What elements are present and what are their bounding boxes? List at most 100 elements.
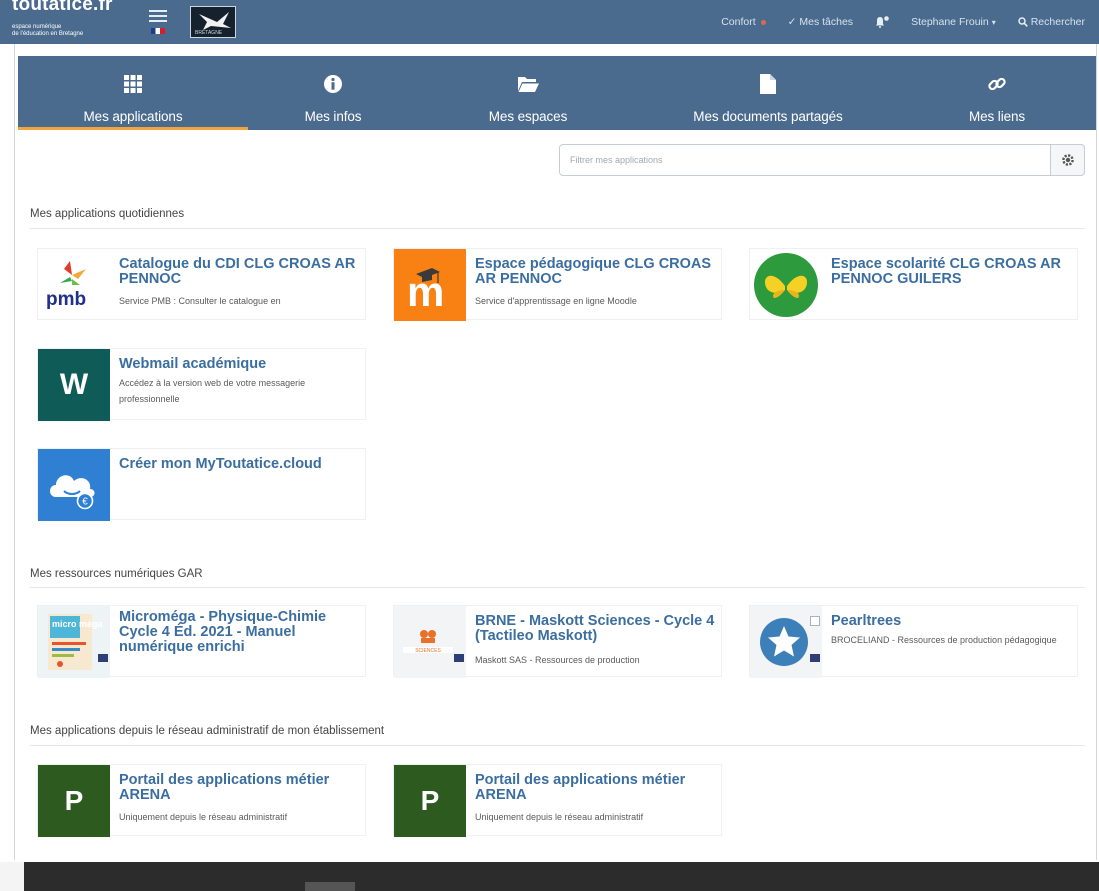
user-menu[interactable]: Stephane Frouin ▾ (911, 16, 996, 28)
card-description: Uniquement depuis le réseau administrati… (119, 812, 288, 822)
tab-mes-espaces[interactable]: Mes espaces (418, 56, 638, 130)
maskott-logo: SCIENCES (394, 606, 466, 678)
card-description: Maskott SAS - Ressources de production (475, 655, 640, 665)
bretagne-logo: BRETAGNE (190, 6, 236, 38)
panel-border-right (1096, 44, 1097, 860)
main-tabs: Mes applications Mes infos Mes espaces M… (18, 56, 1096, 130)
maskott-text: SCIENCES (415, 648, 441, 654)
app-card-micromega[interactable]: micro méga Microméga - Physique-Chimie C… (37, 605, 366, 678)
tab-label: Mes espaces (488, 109, 568, 124)
tab-mes-documents-partages[interactable]: Mes documents partagés (638, 56, 898, 130)
arena-letter: P (64, 785, 84, 816)
user-name: Stephane Frouin (911, 16, 989, 28)
gar-badge-icon (454, 654, 464, 662)
micromega-cover: micro méga (38, 606, 110, 678)
tab-mes-liens[interactable]: Mes liens (898, 56, 1096, 130)
card-title: Microméga - Physique-Chimie Cycle 4 Éd. … (119, 609, 327, 655)
flag-icon (151, 28, 165, 34)
logo-title: toutatice.fr (12, 0, 113, 15)
card-description: Service PMB : Consulter le catalogue en (119, 296, 281, 306)
filter-bar (559, 144, 1085, 176)
file-icon (760, 73, 776, 95)
tab-label: Mes infos (304, 109, 362, 124)
gar-badge-icon (810, 654, 820, 662)
info-icon (323, 73, 343, 95)
section-title-admin: Mes applications depuis le réseau admini… (30, 725, 385, 737)
toutatice-logo[interactable]: toutatice.fr espace numérique de l'éduca… (12, 0, 132, 44)
link-icon (987, 73, 1007, 95)
bird-icon (199, 12, 231, 30)
tab-mes-applications[interactable]: Mes applications (18, 56, 248, 130)
section-divider (30, 587, 1085, 588)
app-card-arena[interactable]: P Portail des applications métier ARENA … (37, 764, 366, 837)
gar-badge-icon (98, 654, 108, 662)
butterfly-logo (750, 249, 822, 321)
euro-symbol: € (82, 497, 88, 508)
webmail-logo: W (38, 349, 110, 421)
chevron-down-icon: ▾ (991, 17, 996, 27)
search-icon (1017, 17, 1028, 27)
comfort-dot-icon (760, 19, 766, 25)
webmail-letter: W (59, 368, 89, 401)
cloud-logo: € (38, 449, 110, 521)
taskbar-strip (0, 862, 1099, 891)
tab-label: Mes documents partagés (693, 109, 843, 124)
tab-label: Mes liens (968, 109, 1026, 124)
moodle-logo: m (394, 249, 466, 321)
logo-subtitle-2: de l'éducation en Bretagne (12, 31, 84, 37)
card-title: Portail des applications métier ARENA (475, 772, 686, 803)
app-card-espace-pedagogique[interactable]: m Espace pédagogique CLG CROAS AR PENNOC… (393, 248, 722, 321)
card-title: Catalogue du CDI CLG CROAS AR PENNOC (119, 256, 356, 287)
top-bar: toutatice.fr espace numérique de l'éduca… (0, 0, 1099, 44)
app-card-espace-scolarite[interactable]: Espace scolarité CLG CROAS AR PENNOC GUI… (749, 248, 1078, 320)
tab-label: Mes applications (83, 109, 183, 124)
card-description: Accédez à la version web de votre messag… (119, 378, 306, 404)
pmb-text: pmb (46, 289, 86, 310)
panel-border-left (14, 44, 15, 860)
card-title: Webmail académique (119, 356, 267, 372)
card-title: Pearltrees (831, 613, 902, 629)
card-title: Portail des applications métier ARENA (119, 772, 330, 803)
search-label: Rechercher (1030, 16, 1085, 28)
app-card-arena-2[interactable]: P Portail des applications métier ARENA … (393, 764, 722, 837)
grid-icon (124, 73, 142, 95)
arena-logo: P (394, 765, 466, 837)
logo-subtitle: espace numérique (12, 24, 62, 30)
card-title: Créer mon MyToutatice.cloud (119, 456, 322, 472)
pmb-logo: pmb (38, 249, 110, 321)
tasks-link[interactable]: ✓ Mes tâches (788, 16, 853, 28)
bell-icon (876, 16, 889, 28)
section-divider (30, 745, 1085, 746)
micromega-text: micro méga (52, 619, 104, 629)
bookmark-icon (810, 616, 820, 626)
notifications-button[interactable] (875, 16, 889, 28)
tasks-label: ✓ Mes tâches (787, 16, 854, 28)
section-title-gar: Mes ressources numériques GAR (30, 568, 203, 580)
arena-letter: P (420, 785, 440, 816)
academy-lines-icon (149, 10, 167, 24)
section-title-daily: Mes applications quotidiennes (30, 208, 185, 220)
academy-logo (146, 8, 172, 38)
filter-settings-button[interactable] (1050, 144, 1085, 176)
bretagne-label: BRETAGNE (195, 30, 223, 36)
comfort-label: Confort (721, 16, 756, 28)
tab-mes-infos[interactable]: Mes infos (248, 56, 418, 130)
folder-open-icon (517, 73, 539, 95)
arena-logo: P (38, 765, 110, 837)
section-divider (30, 228, 1085, 229)
top-right-menu: Confort ✓ Mes tâches Stephane Frouin ▾ R… (721, 0, 1085, 44)
gear-icon (1061, 154, 1074, 166)
app-card-brne-maskott[interactable]: SCIENCES BRNE - Maskott Sciences - Cycle… (393, 605, 722, 678)
card-description: BROCELIAND - Ressources de production pé… (831, 635, 1057, 645)
comfort-menu[interactable]: Confort (721, 16, 766, 28)
filter-input[interactable] (559, 144, 1051, 176)
app-card-webmail[interactable]: W Webmail académique Accédez à la versio… (37, 348, 366, 421)
card-description: Uniquement depuis le réseau administrati… (475, 812, 644, 822)
app-card-pearltrees[interactable]: Pearltrees BROCELIAND - Ressources de pr… (749, 605, 1078, 678)
search-link[interactable]: Rechercher (1017, 16, 1085, 28)
app-card-catalogue-cdi[interactable]: pmb Catalogue du CDI CLG CROAS AR PENNOC… (37, 248, 366, 320)
card-title: Espace scolarité CLG CROAS AR PENNOC GUI… (831, 256, 1061, 287)
card-title: BRNE - Maskott Sciences - Cycle 4 (Tacti… (475, 613, 715, 644)
card-description: Service d'apprentissage en ligne Moodle (475, 296, 637, 306)
app-card-mytoutatice-cloud[interactable]: € Créer mon MyToutatice.cloud (37, 448, 366, 521)
